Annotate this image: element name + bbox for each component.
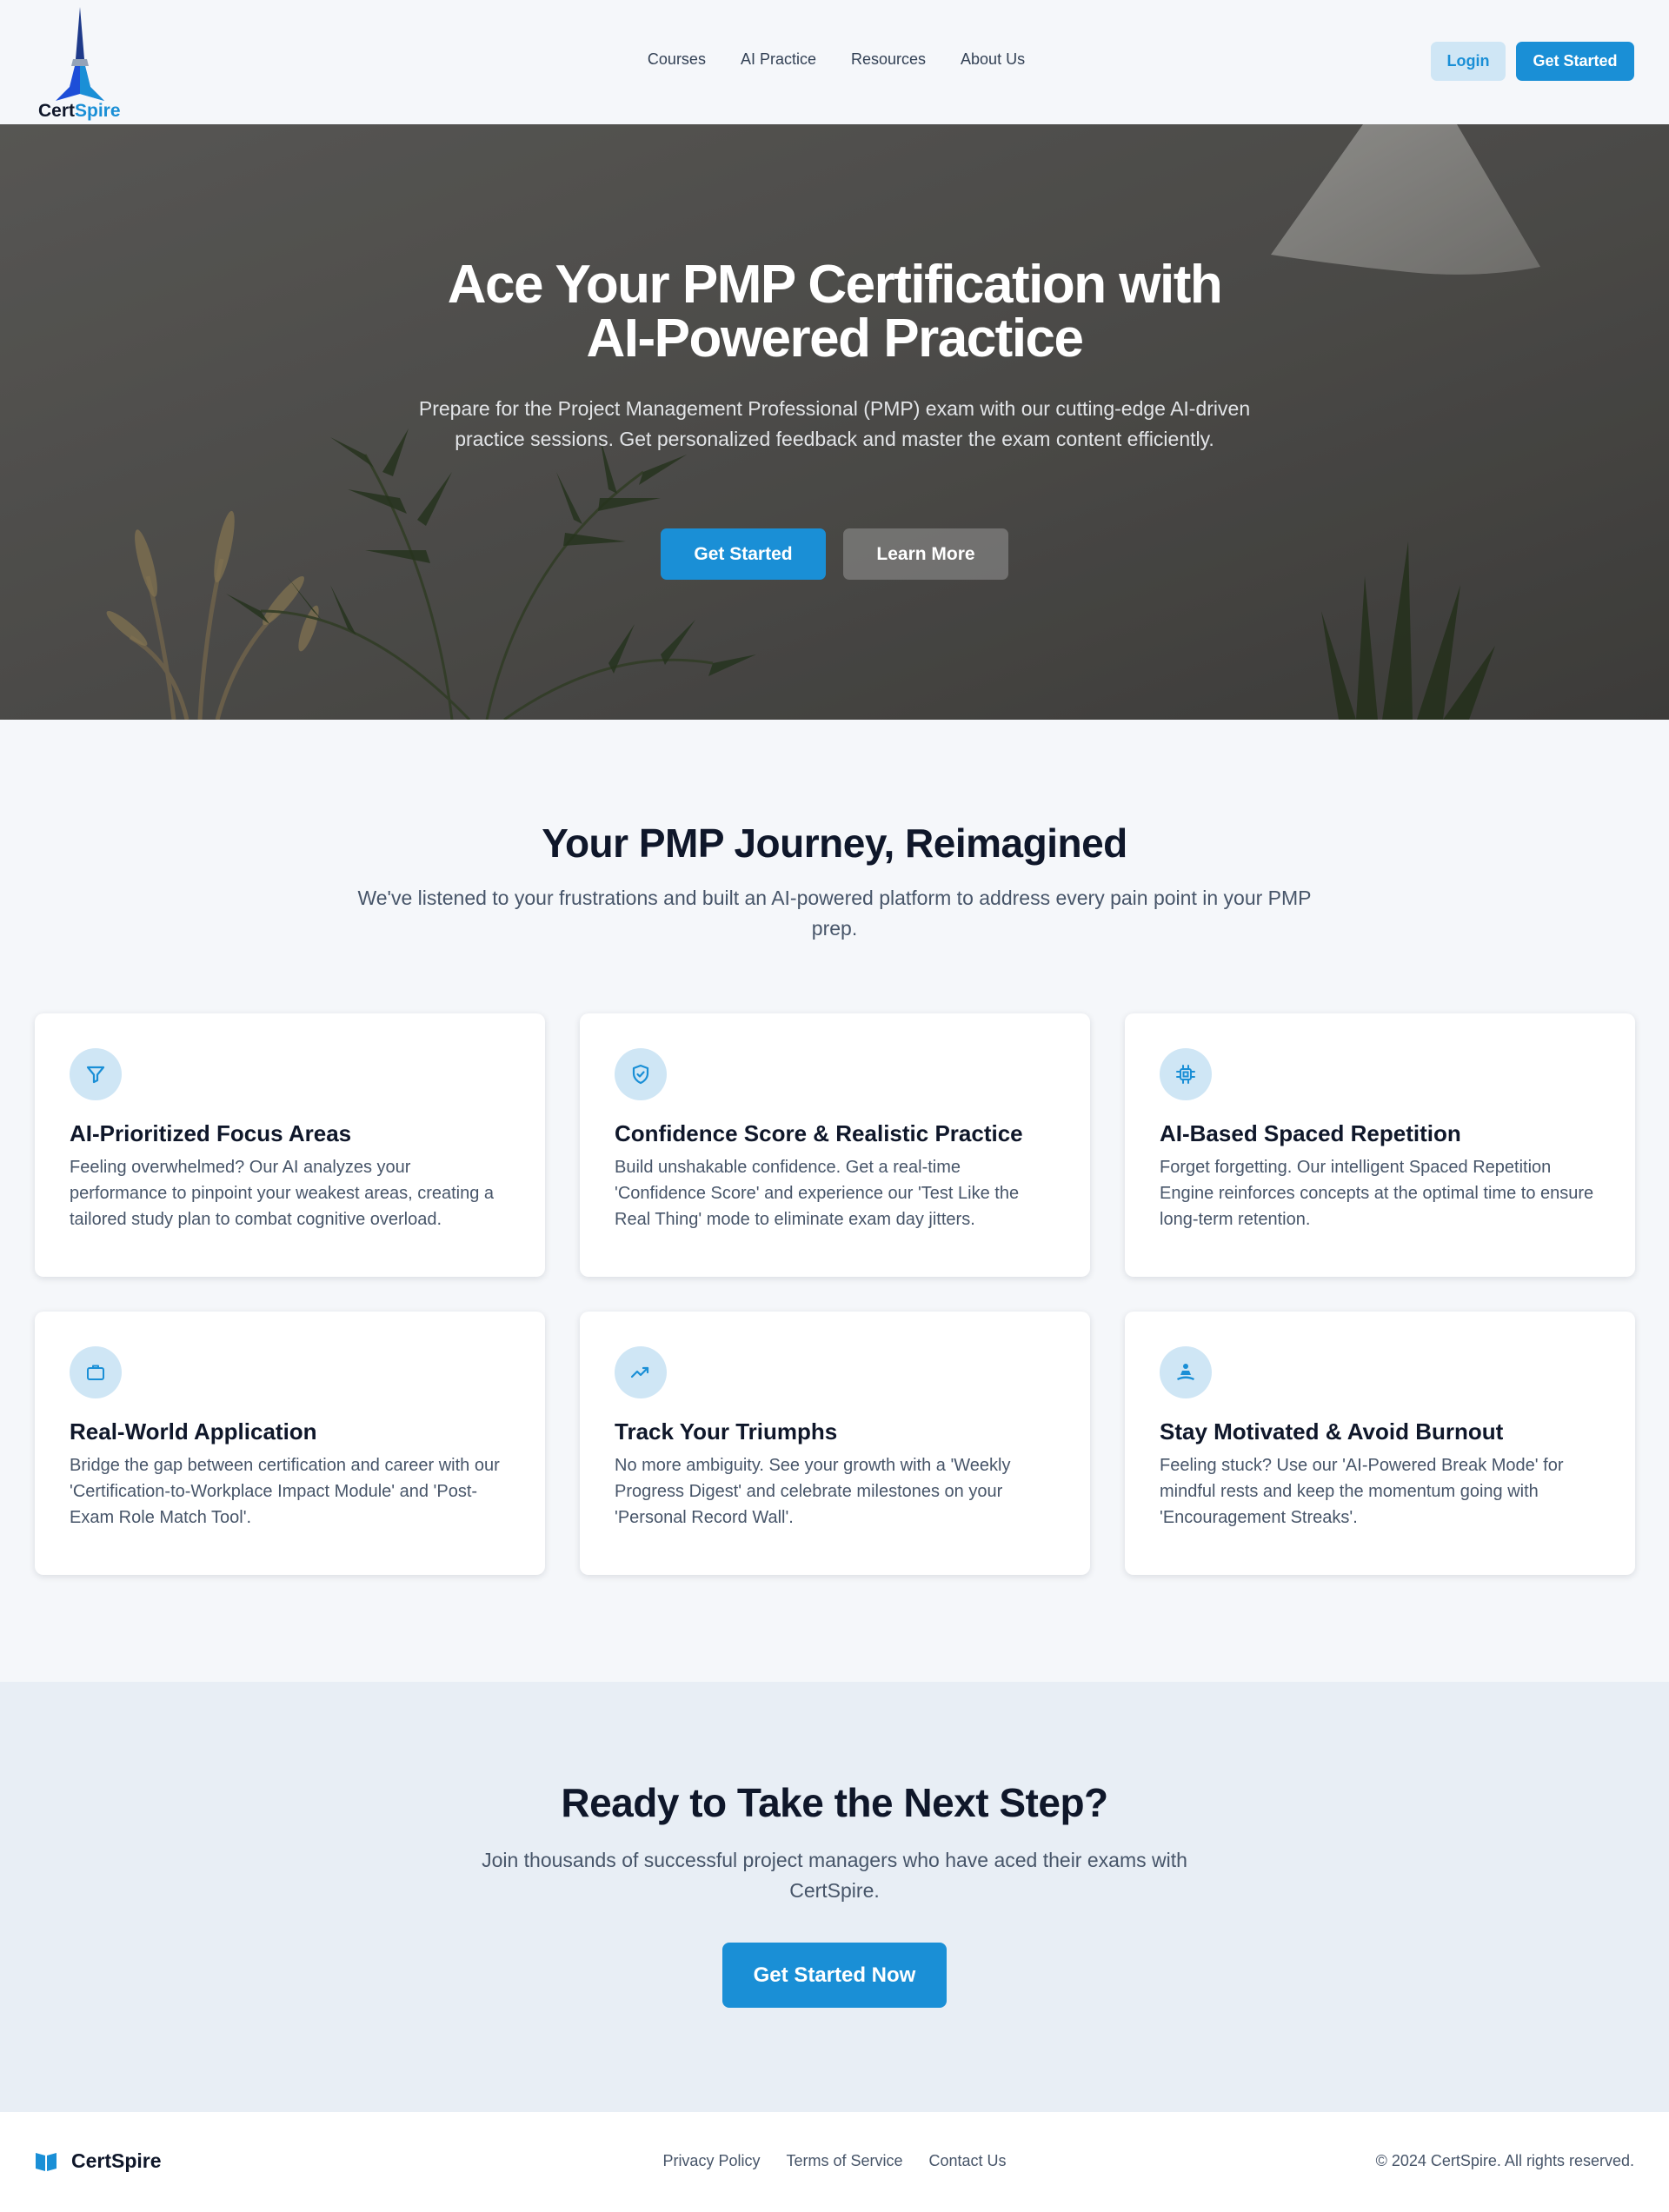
feature-card-title: Confidence Score & Realistic Practice [615,1120,1023,1146]
features-section: Your PMP Journey, Reimagined We've liste… [0,720,1669,1682]
features-title: Your PMP Journey, Reimagined [542,820,1127,866]
cta-section: Ready to Take the Next Step? Join thousa… [0,1682,1669,2112]
get-started-now-button[interactable]: Get Started Now [722,1943,947,2008]
feature-card-description: No more ambiguity. See your growth with … [615,1456,1011,1527]
nav-actions: Login Get Started [1431,42,1634,81]
feature-card: Track Your Triumphs No more ambiguity. S… [580,1312,1090,1575]
cpu-chip-icon [1160,1048,1212,1100]
feature-card-grid: AI-Prioritized Focus Areas Feeling overw… [35,1013,1635,1575]
feature-card-title: AI-Based Spaced Repetition [1160,1120,1461,1146]
feature-card: Confidence Score & Realistic Practice Bu… [580,1013,1090,1277]
filter-icon [70,1048,122,1100]
nav-link-courses[interactable]: Courses [648,50,706,69]
features-subtitle: We've listened to your frustrations and … [357,887,1312,940]
top-navigation: CertSpire Courses AI Practice Resources … [0,0,1669,124]
hero-subtitle: Prepare for the Project Management Profe… [418,397,1251,450]
feature-card-description: Build unshakable confidence. Get a real-… [615,1158,1020,1229]
hero-title: Ace Your PMP Certification with AI-Power… [0,258,1669,366]
hero-actions: Get Started Learn More [0,528,1669,580]
feature-card: Real-World Application Bridge the gap be… [35,1312,545,1575]
hero-learn-more-button[interactable]: Learn More [843,528,1008,580]
nav-link-resources[interactable]: Resources [851,50,926,69]
feature-card: AI-Prioritized Focus Areas Feeling overw… [35,1013,545,1277]
hero-section: Ace Your PMP Certification with AI-Power… [0,124,1669,720]
hero-title-line-2: AI-Powered Practice [586,309,1084,369]
site-footer: CertSpire Privacy Policy Terms of Servic… [0,2112,1669,2212]
feature-card-title: Real-World Application [70,1418,317,1445]
nav-link-about-us[interactable]: About Us [961,50,1025,69]
main-menu: Courses AI Practice Resources About Us [0,50,1669,69]
feature-card-title: AI-Prioritized Focus Areas [70,1120,352,1146]
feature-card-description: Forget forgetting. Our intelligent Space… [1160,1158,1594,1229]
feature-card-description: Feeling stuck? Use our 'AI-Powered Break… [1160,1456,1564,1527]
shield-check-icon [615,1048,667,1100]
feature-card-description: Bridge the gap between certification and… [70,1456,500,1527]
cta-subtitle: Join thousands of successful project man… [482,1849,1187,1902]
feature-card-title: Track Your Triumphs [615,1418,838,1445]
feature-card: Stay Motivated & Avoid Burnout Feeling s… [1125,1312,1635,1575]
footer-link-contact-us[interactable]: Contact Us [929,2152,1007,2170]
copyright-text: © 2024 CertSpire. All rights reserved. [1375,2152,1634,2169]
footer-link-terms-of-service[interactable]: Terms of Service [786,2152,902,2170]
briefcase-icon [70,1346,122,1398]
login-button[interactable]: Login [1431,42,1506,81]
nav-get-started-button[interactable]: Get Started [1516,42,1634,81]
cta-title: Ready to Take the Next Step? [561,1780,1108,1825]
feature-card-description: Feeling overwhelmed? Our AI analyzes you… [70,1158,495,1229]
hero-title-line-1: Ace Your PMP Certification with [447,255,1223,315]
feature-card: AI-Based Spaced Repetition Forget forget… [1125,1013,1635,1277]
hero-get-started-button[interactable]: Get Started [661,528,826,580]
footer-link-privacy-policy[interactable]: Privacy Policy [662,2152,760,2170]
nav-link-ai-practice[interactable]: AI Practice [741,50,816,69]
meditation-icon [1160,1346,1212,1398]
feature-card-title: Stay Motivated & Avoid Burnout [1160,1418,1504,1445]
trending-up-icon [615,1346,667,1398]
logo-wordmark: CertSpire [38,101,121,121]
